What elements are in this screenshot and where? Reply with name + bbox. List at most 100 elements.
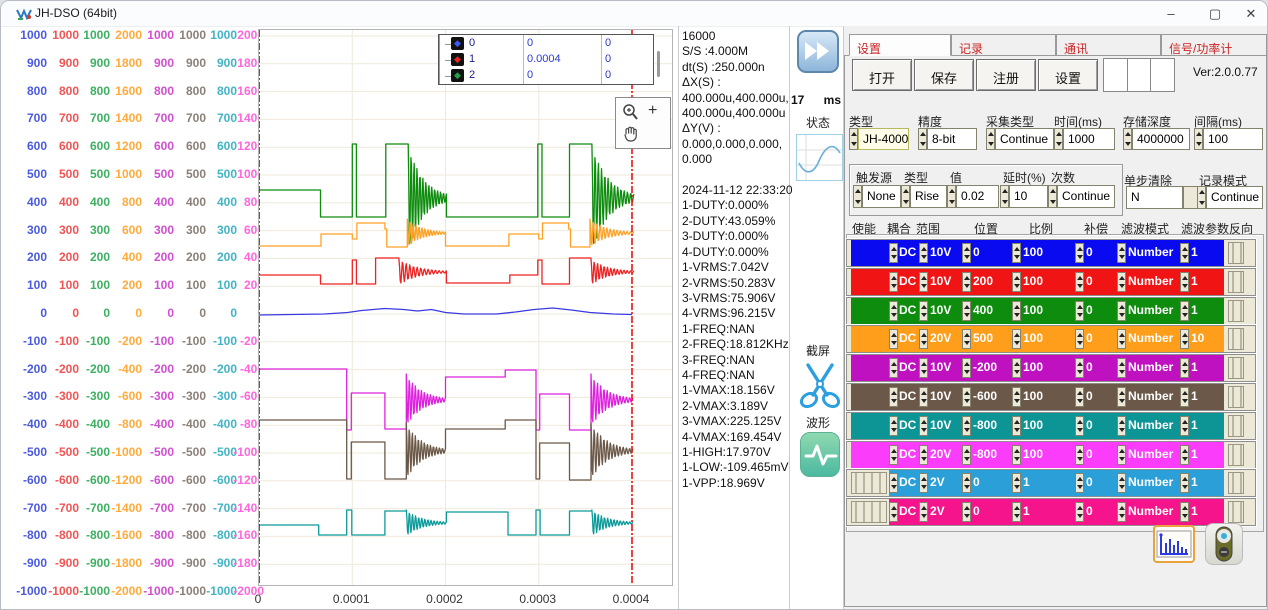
channel-row-9[interactable]: DC2V010Number1 (846, 469, 1256, 497)
spin-up-icon[interactable] (1014, 276, 1020, 280)
channel-position-value[interactable]: -200 (973, 360, 997, 374)
spin-up-icon[interactable] (1056, 132, 1062, 136)
spin-up-icon[interactable] (1014, 449, 1020, 453)
channel-invert-toggle[interactable] (1228, 357, 1244, 379)
spin-down-icon[interactable] (1077, 341, 1083, 345)
spin-down-icon[interactable] (1077, 255, 1083, 259)
spin-up-icon[interactable] (891, 305, 897, 309)
channel-filter_mode-value[interactable]: Number (1128, 303, 1173, 317)
spin-up-icon[interactable] (988, 132, 994, 136)
channel-filter_mode-spinner[interactable] (1117, 329, 1126, 349)
channel-comp-spinner[interactable] (1075, 243, 1084, 263)
channel-scale-spinner[interactable] (1012, 502, 1021, 522)
spin-up-icon[interactable] (891, 333, 897, 337)
spin-down-icon[interactable] (964, 370, 970, 374)
channel-scale-spinner[interactable] (1012, 243, 1021, 263)
zoom-in-icon[interactable] (621, 103, 641, 121)
tab-settings[interactable]: 设置 (849, 34, 951, 56)
channel-comp-value[interactable]: 0 (1086, 274, 1093, 288)
channel-comp-value[interactable]: 0 (1086, 245, 1093, 259)
spin-up-icon[interactable] (903, 189, 909, 193)
channel-comp-value[interactable]: 0 (1086, 303, 1093, 317)
channel-range-spinner[interactable] (919, 358, 928, 378)
channel-scale-value[interactable]: 100 (1023, 303, 1043, 317)
channel-enable-toggle[interactable] (851, 300, 887, 322)
channel-position-value[interactable]: 500 (973, 331, 993, 345)
spin-down-icon[interactable] (1077, 284, 1083, 288)
channel-position-value[interactable]: 0 (973, 504, 980, 518)
channel-range-value[interactable]: 10V (930, 418, 951, 432)
acq-field-input[interactable]: 8-bit (927, 128, 977, 150)
close-button[interactable]: ✕ (1234, 1, 1268, 26)
spin-up-icon[interactable] (1119, 247, 1125, 251)
spin-down-icon[interactable] (1182, 341, 1188, 345)
channel-row-7[interactable]: DC10V-8001000Number1 (846, 412, 1256, 440)
channel-scale-spinner[interactable] (1012, 329, 1021, 349)
channel-coupling-value[interactable]: DC (899, 504, 916, 518)
spin-down-icon[interactable] (1119, 313, 1125, 317)
minimize-button[interactable]: – (1154, 1, 1188, 26)
spin-down-icon[interactable] (964, 457, 970, 461)
channel-scale-spinner[interactable] (1012, 445, 1021, 465)
pan-hand-icon[interactable] (622, 125, 640, 143)
spin-down-icon[interactable] (1119, 341, 1125, 345)
channel-coupling-value[interactable]: DC (899, 447, 916, 461)
channel-range-value[interactable]: 20V (930, 331, 951, 345)
spin-down-icon[interactable] (988, 142, 994, 146)
channel-filter_param-spinner[interactable] (1180, 358, 1189, 378)
spin-down-icon[interactable] (1014, 457, 1020, 461)
channel-position-spinner[interactable] (962, 301, 971, 321)
save-button[interactable]: 保存 (914, 59, 974, 91)
channel-filter_mode-spinner[interactable] (1117, 473, 1126, 493)
channel-position-value[interactable]: 400 (973, 303, 993, 317)
spin-down-icon[interactable] (1182, 399, 1188, 403)
channel-position-value[interactable]: -800 (973, 447, 997, 461)
spin-down-icon[interactable] (921, 313, 927, 317)
channel-invert-toggle[interactable] (1228, 328, 1244, 350)
channel-filter_mode-value[interactable]: Number (1128, 389, 1173, 403)
channel-scale-spinner[interactable] (1012, 358, 1021, 378)
histogram-button[interactable] (1153, 525, 1195, 563)
channel-comp-value[interactable]: 0 (1086, 418, 1093, 432)
channel-scale-value[interactable]: 1 (1023, 504, 1030, 518)
spin-up-icon[interactable] (920, 132, 926, 136)
spin-up-icon[interactable] (1182, 276, 1188, 280)
spin-up-icon[interactable] (1119, 333, 1125, 337)
spin-down-icon[interactable] (1182, 313, 1188, 317)
spin-down-icon[interactable] (1196, 142, 1202, 146)
channel-row-4[interactable]: DC20V5001000Number10 (846, 325, 1256, 353)
channel-filter_mode-spinner[interactable] (1117, 243, 1126, 263)
spin-down-icon[interactable] (891, 399, 897, 403)
spin-down-icon[interactable] (964, 284, 970, 288)
waveform-plot[interactable] (258, 29, 673, 586)
channel-row-8[interactable]: DC20V-8001000Number1 (846, 441, 1256, 469)
spin-down-icon[interactable] (964, 399, 970, 403)
spin-up-icon[interactable] (1182, 420, 1188, 424)
channel-position-spinner[interactable] (962, 445, 971, 465)
spin-up-icon[interactable] (1182, 449, 1188, 453)
channel-filter_mode-spinner[interactable] (1117, 272, 1126, 292)
spin-down-icon[interactable] (1119, 284, 1125, 288)
tab-signal-power[interactable]: 信号/功率计 (1161, 34, 1267, 56)
channel-filter_param-value[interactable]: 1 (1191, 447, 1198, 461)
channel-coupling-value[interactable]: DC (899, 274, 916, 288)
channel-range-spinner[interactable] (919, 243, 928, 263)
legend-scrollbar[interactable] (657, 51, 660, 77)
spin-up-icon[interactable] (921, 449, 927, 453)
spin-up-icon[interactable] (921, 276, 927, 280)
channel-scale-spinner[interactable] (1012, 387, 1021, 407)
spin-up-icon[interactable] (1014, 420, 1020, 424)
channel-position-value[interactable]: -600 (973, 389, 997, 403)
channel-comp-spinner[interactable] (1075, 387, 1084, 407)
spin-down-icon[interactable] (891, 284, 897, 288)
single-clear-input[interactable]: N (1126, 186, 1183, 209)
channel-range-value[interactable]: 10V (930, 389, 951, 403)
spin-down-icon[interactable] (1077, 457, 1083, 461)
spin-up-icon[interactable] (1119, 420, 1125, 424)
spin-down-icon[interactable] (1182, 428, 1188, 432)
spin-up-icon[interactable] (1125, 132, 1131, 136)
trigger-field-input[interactable]: None (862, 185, 901, 208)
channel-filter_param-value[interactable]: 10 (1191, 331, 1204, 345)
record-mode-spinner[interactable] (1197, 186, 1206, 209)
spin-down-icon[interactable] (1182, 457, 1188, 461)
